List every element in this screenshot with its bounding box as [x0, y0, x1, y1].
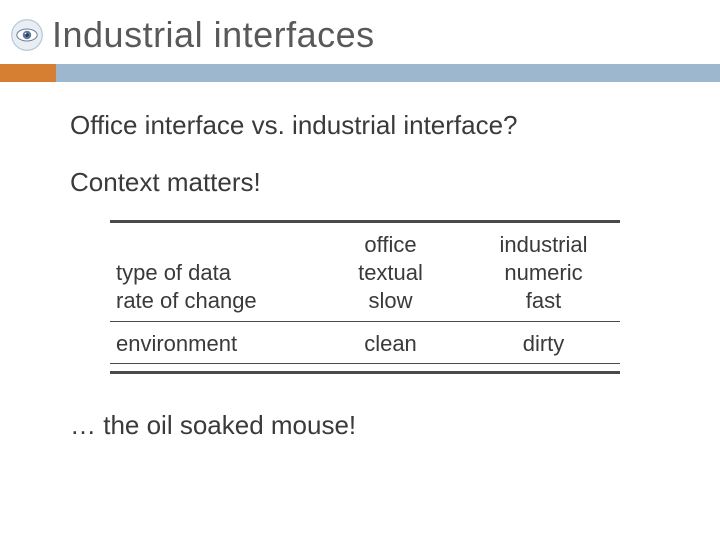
title-row: Industrial interfaces [0, 0, 720, 62]
comparison-table: office industrial type of data textual n… [110, 220, 620, 376]
divider-accent [0, 64, 56, 82]
content: Office interface vs. industrial interfac… [0, 82, 720, 441]
cell: slow [314, 287, 467, 315]
divider-main [56, 64, 720, 82]
subtitle: Office interface vs. industrial interfac… [70, 110, 670, 141]
cell: clean [314, 330, 467, 358]
cell: textual [314, 259, 467, 287]
context-line: Context matters! [70, 167, 670, 198]
page-title: Industrial interfaces [52, 14, 375, 56]
cell: fast [467, 287, 620, 315]
cell: numeric [467, 259, 620, 287]
row-label: environment [110, 330, 314, 358]
table-header-empty [110, 231, 314, 259]
table-col-office: office [314, 231, 467, 259]
cell: dirty [467, 330, 620, 358]
divider-bar [0, 64, 720, 82]
row-label: rate of change [110, 287, 314, 315]
row-label: type of data [110, 259, 314, 287]
table-col-industrial: industrial [467, 231, 620, 259]
eye-icon [10, 18, 44, 52]
footer-line: … the oil soaked mouse! [70, 410, 670, 441]
